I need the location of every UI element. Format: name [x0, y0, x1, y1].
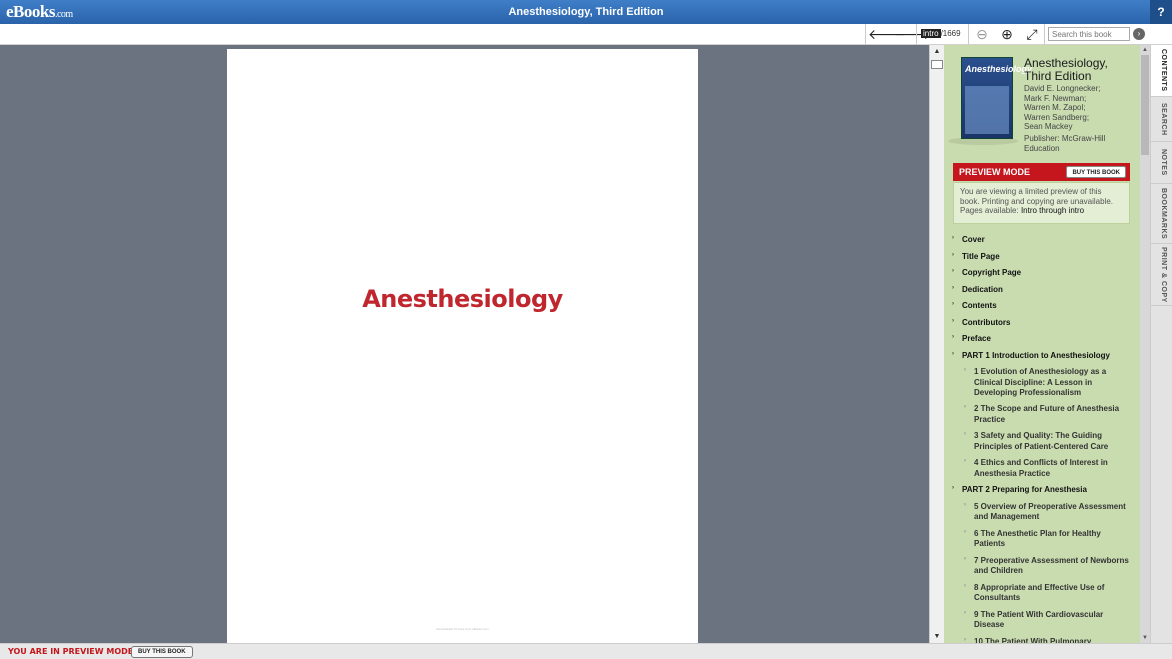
preview-mode-banner: PREVIEW MODE BUY THIS BOOK: [953, 163, 1130, 181]
chevron-right-icon: ›: [964, 458, 966, 464]
viewer-scrollbar[interactable]: ▲ ▼: [929, 45, 944, 643]
chevron-right-icon: ›: [952, 284, 954, 291]
toc-item-label: 5 Overview of Preoperative Assessment an…: [974, 501, 1126, 522]
author: David E. Longnecker;: [1024, 84, 1101, 93]
toc-item-label: Contents: [962, 301, 997, 310]
toc-item-label: Copyright Page: [962, 268, 1022, 277]
toc-item-label: 2 The Scope and Future of Anesthesia Pra…: [974, 404, 1120, 424]
scroll-up-icon[interactable]: ▲: [931, 46, 943, 57]
fullscreen-icon: ⤢: [1026, 26, 1038, 42]
tab-contents[interactable]: CONTENTS: [1151, 45, 1172, 97]
chevron-right-icon: ›: [964, 528, 966, 535]
toolbar-divider: [968, 24, 969, 45]
arrow-right-circle-icon: ›: [1137, 29, 1141, 38]
preview-page-range: Intro through intro: [1020, 206, 1085, 215]
preview-mode-label: PREVIEW MODE: [959, 167, 1031, 177]
page-total: /1669: [940, 29, 961, 38]
zoom-out-icon: ⊖: [976, 26, 988, 42]
page-footer-text: Downloaded for Free from eBooks.com: [436, 627, 489, 631]
author: Warren M. Zapol;: [1024, 103, 1086, 112]
author: Mark F. Newman;: [1024, 93, 1087, 103]
chevron-right-icon: ›: [952, 301, 954, 307]
zoom-in-button[interactable]: ⊕: [998, 26, 1016, 43]
toolbar-divider: [1044, 24, 1045, 45]
contents-scrollbar[interactable]: ▲ ▼: [1140, 45, 1150, 643]
book-title-line: Third Edition: [1024, 69, 1092, 83]
tab-print-copy[interactable]: PRINT & COPY: [1151, 244, 1172, 306]
scrollbar-thumb[interactable]: [931, 60, 943, 69]
toc-item-label: Title Page: [962, 251, 1000, 261]
chevron-right-icon: ›: [952, 268, 954, 274]
toc-item-label: 6 The Anesthetic Plan for Healthy Patien…: [974, 528, 1101, 549]
book-cover-image: Anesthesiology: [961, 57, 1032, 139]
bottom-bar: YOU ARE IN PREVIEW MODE BUY THIS BOOK: [0, 643, 1172, 659]
tab-bookmarks[interactable]: BOOKMARKS: [1151, 184, 1172, 244]
toc-item-label: Dedication: [962, 284, 1003, 294]
chevron-right-icon: ›: [964, 431, 966, 437]
page-indicator: intro/1669: [921, 29, 961, 38]
chevron-right-icon: ›: [964, 404, 966, 410]
toc-item-label: PART 2 Preparing for Anesthesia: [962, 485, 1087, 494]
toc-item-label: Preface: [962, 334, 991, 343]
toc-item-label: PART 1 Introduction to Anesthesiology: [962, 350, 1110, 360]
previous-page-button[interactable]: 🡐: [868, 26, 906, 43]
book-publisher: Publisher: McGraw-Hill Education: [1024, 134, 1140, 153]
contents-panel: Anesthesiology Anesthesiology, Third Edi…: [944, 45, 1140, 643]
zoom-in-icon: ⊕: [1001, 26, 1013, 42]
page-number-input[interactable]: intro: [921, 29, 941, 38]
fullscreen-button[interactable]: ⤢: [1023, 26, 1041, 43]
tab-notes[interactable]: NOTES: [1151, 142, 1172, 184]
author: Warren Sandberg;: [1024, 112, 1090, 122]
toc-item-label: Contributors: [962, 317, 1011, 327]
scroll-down-icon[interactable]: ▼: [931, 631, 943, 642]
toolbar-divider: [916, 24, 917, 45]
chevron-right-icon: ›: [952, 235, 954, 241]
scrollbar-thumb[interactable]: [1141, 55, 1149, 155]
page-heading: Anesthesiology: [362, 285, 563, 313]
book-authors: David E. Longnecker; Mark F. Newman; War…: [1024, 84, 1101, 132]
chevron-right-icon: ›: [964, 555, 966, 562]
book-page: Anesthesiology Downloaded for Free from …: [227, 49, 698, 643]
tab-search[interactable]: SEARCH: [1151, 97, 1172, 142]
window-title: Anesthesiology, Third Edition: [508, 6, 664, 18]
buy-this-book-button[interactable]: BUY THIS BOOK: [131, 646, 193, 658]
publisher-label: Publisher:: [1024, 134, 1060, 143]
book-title: Anesthesiology, Third Edition: [1024, 57, 1108, 83]
next-page-button[interactable]: 🡒: [894, 26, 932, 43]
scroll-up-icon[interactable]: ▲: [1140, 45, 1150, 55]
book-search-input[interactable]: [1048, 27, 1130, 41]
toc-item-label: 9 The Patient With Cardiovascular Diseas…: [974, 609, 1104, 630]
chevron-right-icon: ›: [952, 334, 954, 340]
top-bar: eBooks.com Anesthesiology, Third Edition…: [0, 0, 1172, 24]
preview-notice: You are viewing a limited preview of thi…: [953, 182, 1130, 224]
help-button[interactable]: ?: [1150, 0, 1172, 24]
reader-toolbar: 🡐 🡒 intro/1669 ⊖ ⊕ ⤢ ›: [0, 24, 1172, 45]
chevron-right-icon: ›: [952, 485, 954, 491]
chevron-right-icon: ›: [952, 317, 954, 324]
scroll-down-icon[interactable]: ▼: [1140, 633, 1150, 643]
chevron-right-icon: ›: [964, 636, 966, 643]
toc-item-label: 8 Appropriate and Effective Use of Consu…: [974, 582, 1105, 603]
buy-this-book-button[interactable]: BUY THIS BOOK: [1066, 166, 1126, 178]
chevron-right-icon: ›: [964, 367, 966, 373]
toc-item-label: 1 Evolution of Anesthesiology as a Clini…: [974, 367, 1107, 397]
toc-item-label: 3 Safety and Quality: The Guiding Princi…: [974, 431, 1109, 451]
chevron-right-icon: ›: [964, 582, 966, 589]
toc-item-label: 7 Preoperative Assessment of Newborns an…: [974, 555, 1129, 576]
chevron-right-icon: ›: [964, 501, 966, 508]
search-go-button[interactable]: ›: [1133, 28, 1145, 40]
cover-title: Anesthesiology: [965, 64, 1033, 74]
chevron-right-icon: ›: [952, 350, 954, 357]
chevron-right-icon: ›: [952, 251, 954, 258]
toc-item-label: Cover: [962, 235, 985, 244]
zoom-out-button[interactable]: ⊖: [973, 26, 991, 43]
side-tabs: CONTENTS SEARCH NOTES BOOKMARKS PRINT & …: [1150, 45, 1172, 643]
chevron-right-icon: ›: [964, 609, 966, 616]
cover-artwork: [965, 86, 1009, 134]
toc-item-label: 4 Ethics and Conflicts of Interest in An…: [974, 458, 1108, 478]
author: Sean Mackey: [1024, 122, 1073, 131]
toolbar-divider: [865, 24, 866, 45]
page-viewer[interactable]: Anesthesiology Downloaded for Free from …: [0, 45, 929, 643]
preview-mode-notice: YOU ARE IN PREVIEW MODE: [8, 647, 134, 656]
